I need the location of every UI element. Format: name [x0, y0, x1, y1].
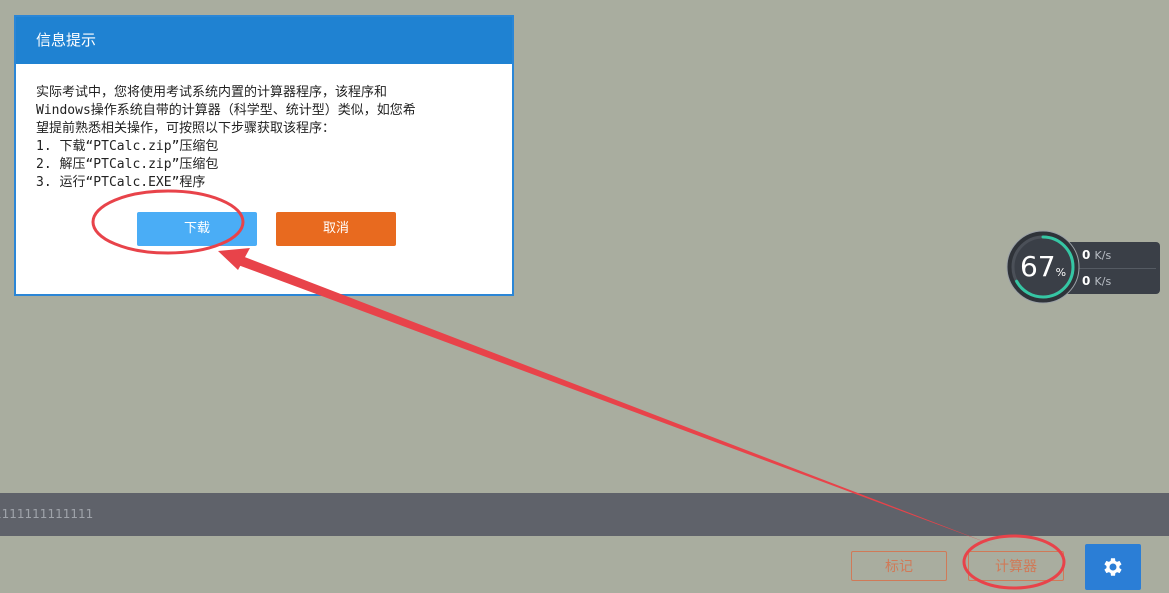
dialog-message-line: 实际考试中，您将使用考试系统内置的计算器程序，该程序和 — [36, 85, 388, 100]
status-bar-text: 1111111111111 — [0, 507, 94, 521]
cancel-button[interactable]: 取消 — [276, 212, 396, 246]
download-button[interactable]: 下载 — [137, 212, 257, 246]
usage-percent-value: 67 — [1019, 250, 1056, 283]
settings-button[interactable] — [1085, 544, 1141, 590]
download-speed: ↓ 0 K/s — [1068, 268, 1112, 294]
upload-speed-unit: K/s — [1094, 249, 1112, 262]
upload-speed: ↑ 0 K/s — [1068, 242, 1112, 268]
usage-percent: 67% — [1006, 230, 1080, 304]
speed-widget[interactable]: ↑ 0 K/s ↓ 0 K/s 67% — [1006, 230, 1166, 304]
upload-speed-value: 0 — [1082, 248, 1091, 262]
dialog-message-line: 望提前熟悉相关操作，可按照以下步骤获取该程序： — [36, 121, 336, 136]
status-bar: 1111111111111 — [0, 493, 1169, 536]
calculator-button[interactable]: 计算器 — [968, 551, 1064, 581]
dialog-message-line: Windows操作系统自带的计算器（科学型、统计型）类似，如您希 — [36, 103, 416, 118]
download-speed-value: 0 — [1082, 274, 1091, 288]
dialog-step-line: 3. 运行“PTCalc.EXE”程序 — [36, 175, 206, 190]
mark-button[interactable]: 标记 — [851, 551, 947, 581]
dialog-step-line: 1. 下载“PTCalc.zip”压缩包 — [36, 139, 219, 154]
dialog-button-row: 下载 取消 — [16, 212, 512, 248]
info-dialog: 信息提示 实际考试中，您将使用考试系统内置的计算器程序，该程序和 Windows… — [14, 15, 514, 296]
dialog-step-line: 2. 解压“PTCalc.zip”压缩包 — [36, 157, 219, 172]
gear-icon — [1104, 558, 1122, 576]
usage-percent-sign: % — [1055, 266, 1067, 279]
dialog-message: 实际考试中，您将使用考试系统内置的计算器程序，该程序和 Windows操作系统自… — [16, 64, 512, 192]
dialog-title: 信息提示 — [16, 17, 512, 64]
bottom-toolbar: 标记 计算器 — [0, 536, 1169, 593]
download-speed-unit: K/s — [1094, 275, 1112, 288]
